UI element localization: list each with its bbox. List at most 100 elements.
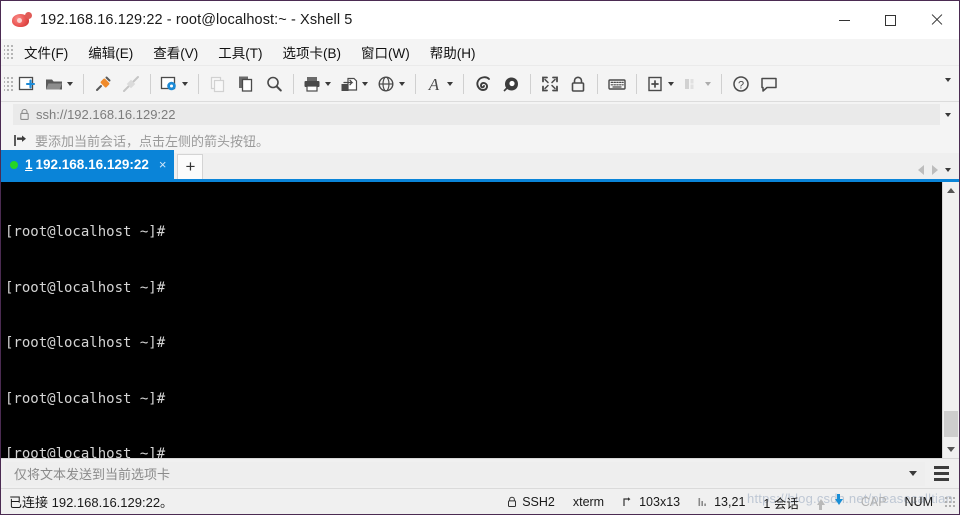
layout-icon	[680, 70, 715, 98]
session-properties-icon[interactable]	[157, 70, 192, 98]
scroll-thumb[interactable]	[944, 411, 958, 437]
menu-bar: 文件(F) 编辑(E) 查看(V) 工具(T) 选项卡(B) 窗口(W) 帮助(…	[1, 39, 959, 66]
status-protocol[interactable]: SSH2	[498, 495, 564, 509]
add-to-folder-icon[interactable]	[643, 70, 678, 98]
terminal-line: [root@localhost ~]#	[5, 279, 166, 296]
svg-text:A: A	[428, 75, 440, 94]
menu-help[interactable]: 帮助(H)	[421, 39, 485, 65]
title-bar: 192.168.16.129:22 - root@localhost:~ - X…	[1, 1, 959, 39]
tab-close-icon[interactable]: ×	[159, 157, 167, 172]
status-session-count[interactable]: 1 会话	[754, 493, 807, 512]
session-tab-1[interactable]: 1 192.168.16.129:22 ×	[1, 150, 175, 179]
send-input[interactable]: 仅将文本发送到当前选项卡	[5, 461, 925, 486]
lock-icon	[507, 496, 517, 508]
scroll-up-arrow[interactable]	[943, 182, 959, 199]
globe-encoding-icon[interactable]	[374, 70, 409, 98]
send-target-caret[interactable]	[909, 471, 917, 476]
address-input[interactable]: ssh://192.168.16.129:22	[13, 104, 940, 125]
send-options-menu[interactable]	[928, 462, 954, 486]
status-num-lock: NUM	[896, 495, 942, 509]
add-session-arrow-icon[interactable]	[13, 133, 28, 148]
print-caret[interactable]	[325, 81, 331, 86]
svg-text:?: ?	[738, 79, 744, 91]
minimize-button[interactable]	[821, 1, 867, 39]
address-bar: ssh://192.168.16.129:22	[1, 102, 959, 127]
position-icon	[698, 496, 709, 508]
tab-index: 1	[25, 157, 33, 172]
status-session-count-label: 1 会话	[763, 496, 799, 511]
print-icon[interactable]	[300, 70, 335, 98]
layout-caret	[705, 81, 711, 86]
menu-file[interactable]: 文件(F)	[15, 39, 77, 65]
add-to-folder-caret[interactable]	[668, 81, 674, 86]
menu-view[interactable]: 查看(V)	[144, 39, 207, 65]
toolbar-overflow-caret[interactable]	[945, 78, 951, 82]
terminal-line: [root@localhost ~]#	[5, 446, 166, 458]
toolbar-separator	[636, 73, 637, 94]
toolbar-separator	[597, 73, 598, 94]
terminal-screen[interactable]: [root@localhost ~]# [root@localhost ~]# …	[1, 182, 942, 458]
menu-window[interactable]: 窗口(W)	[352, 39, 419, 65]
toolbar-separator	[530, 73, 531, 94]
compose-bar-icon[interactable]	[470, 70, 496, 98]
open-folder-caret[interactable]	[67, 81, 73, 86]
session-properties-caret[interactable]	[182, 81, 188, 86]
status-terminal-type[interactable]: xterm	[564, 495, 613, 509]
status-size-label: 103x13	[639, 495, 681, 509]
keyboard-icon[interactable]	[604, 70, 630, 98]
globe-encoding-caret[interactable]	[399, 81, 405, 86]
scroll-track[interactable]	[943, 199, 959, 441]
status-terminal-type-label: xterm	[572, 495, 605, 509]
fullscreen-icon[interactable]	[537, 70, 563, 98]
new-tab-button[interactable]: +	[177, 154, 204, 179]
font-icon[interactable]: A	[422, 70, 457, 98]
file-transfer-icon[interactable]	[337, 70, 372, 98]
new-session-icon[interactable]	[14, 70, 40, 98]
help-icon[interactable]: ?	[728, 70, 754, 98]
feedback-icon[interactable]	[756, 70, 782, 98]
font-caret[interactable]	[447, 81, 453, 86]
address-dropdown-caret[interactable]	[945, 112, 951, 117]
scroll-down-arrow[interactable]	[943, 441, 959, 458]
status-cursor-pos-label: 13,21	[714, 495, 746, 509]
copy-icon[interactable]	[233, 70, 259, 98]
menu-tools[interactable]: 工具(T)	[209, 39, 271, 65]
file-transfer-caret[interactable]	[362, 81, 368, 86]
toolbar-separator	[721, 73, 722, 94]
window-controls	[821, 1, 959, 39]
add-session-hint-text: 要添加当前会话，点击左侧的箭头按钮。	[35, 133, 270, 149]
status-num-lock-label: NUM	[904, 495, 933, 509]
status-bar: 已连接 192.168.16.129:22。 https://blog.csdn…	[1, 488, 959, 514]
compose-send-bar: 仅将文本发送到当前选项卡	[1, 458, 959, 488]
maximize-button[interactable]	[867, 1, 913, 39]
menu-tabs[interactable]: 选项卡(B)	[274, 39, 351, 65]
status-caps-lock-label: CAP	[860, 495, 887, 509]
tab-list-caret[interactable]	[945, 168, 951, 172]
tab-nav-prev-icon[interactable]	[918, 165, 924, 175]
download-arrow-icon	[834, 494, 843, 505]
open-folder-icon[interactable]	[42, 70, 77, 98]
tab-nav-next-icon[interactable]	[932, 165, 938, 175]
disconnect-icon	[118, 70, 144, 98]
window-resize-grip[interactable]	[944, 496, 956, 508]
send-input-placeholder: 仅将文本发送到当前选项卡	[14, 467, 171, 482]
toolbar-drag-gripper[interactable]	[4, 74, 13, 93]
toolbar-separator	[198, 73, 199, 94]
find-icon[interactable]	[261, 70, 287, 98]
lock-icon	[19, 108, 30, 121]
connect-icon[interactable]	[90, 70, 116, 98]
close-button[interactable]	[913, 1, 959, 39]
tab-connected-dot-icon	[10, 160, 18, 169]
status-message: 已连接 192.168.16.129:22。	[9, 495, 174, 510]
menu-drag-gripper[interactable]	[4, 43, 13, 61]
toolbar-separator	[150, 73, 151, 94]
tab-navigation	[914, 165, 953, 175]
status-size[interactable]: 103x13	[613, 495, 689, 509]
lock-icon[interactable]	[565, 70, 591, 98]
menu-edit[interactable]: 编辑(E)	[79, 39, 142, 65]
terminal-area: [root@localhost ~]# [root@localhost ~]# …	[1, 182, 959, 458]
toolbar-separator	[293, 73, 294, 94]
highlight-icon[interactable]	[498, 70, 524, 98]
terminal-scrollbar[interactable]	[942, 182, 959, 458]
status-cursor-pos[interactable]: 13,21	[689, 495, 754, 509]
